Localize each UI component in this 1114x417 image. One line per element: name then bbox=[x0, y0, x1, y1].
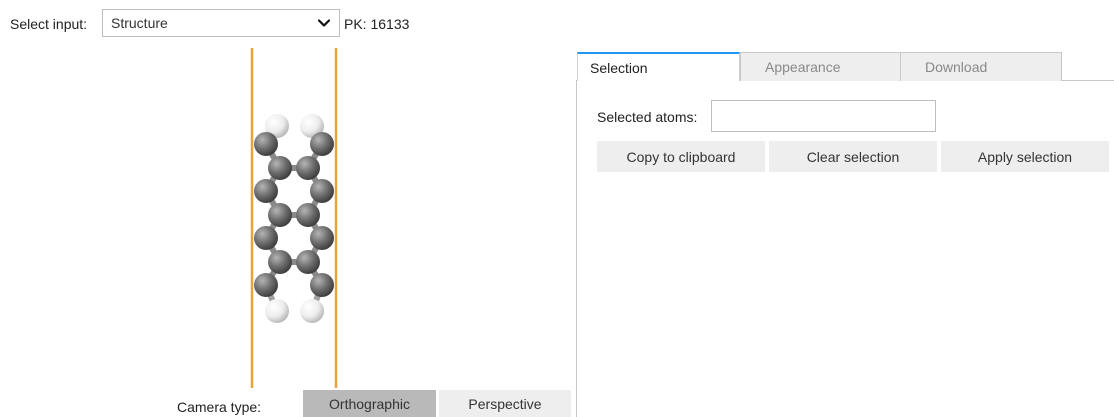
carbon-atom[interactable] bbox=[310, 273, 334, 297]
tab-appearance[interactable]: Appearance bbox=[740, 52, 901, 81]
tab-selection[interactable]: Selection bbox=[577, 52, 740, 81]
carbon-atom[interactable] bbox=[268, 156, 292, 180]
chevron-down-icon bbox=[317, 19, 331, 27]
selected-atoms-input[interactable] bbox=[711, 100, 936, 132]
camera-perspective-button[interactable]: Perspective bbox=[439, 390, 571, 417]
carbon-atom[interactable] bbox=[268, 203, 292, 227]
pk-label: PK: 16133 bbox=[344, 16, 410, 32]
camera-type-label: Camera type: bbox=[177, 399, 262, 415]
carbon-atom[interactable] bbox=[296, 203, 320, 227]
carbon-atom[interactable] bbox=[254, 132, 278, 156]
copy-to-clipboard-button[interactable]: Copy to clipboard bbox=[597, 141, 765, 172]
carbon-atom[interactable] bbox=[268, 250, 292, 274]
carbon-atom[interactable] bbox=[254, 179, 278, 203]
carbon-atom[interactable] bbox=[310, 226, 334, 250]
carbon-atom[interactable] bbox=[296, 156, 320, 180]
select-input-dropdown[interactable]: Structure bbox=[102, 9, 340, 37]
hydrogen-atom[interactable] bbox=[300, 299, 324, 323]
atoms-group bbox=[254, 114, 334, 323]
panel-divider bbox=[576, 80, 577, 417]
carbon-atom[interactable] bbox=[310, 132, 334, 156]
clear-selection-button[interactable]: Clear selection bbox=[769, 141, 937, 172]
select-input-value: Structure bbox=[111, 15, 168, 31]
carbon-atom[interactable] bbox=[310, 179, 334, 203]
carbon-atom[interactable] bbox=[254, 226, 278, 250]
structure-viewer[interactable] bbox=[100, 44, 570, 392]
tab-download[interactable]: Download bbox=[901, 52, 1062, 81]
apply-selection-button[interactable]: Apply selection bbox=[941, 141, 1109, 172]
molecule-canvas[interactable] bbox=[100, 44, 570, 392]
carbon-atom[interactable] bbox=[254, 273, 278, 297]
hydrogen-atom[interactable] bbox=[265, 299, 289, 323]
selected-atoms-label: Selected atoms: bbox=[597, 109, 698, 125]
select-input-label: Select input: bbox=[10, 16, 88, 32]
camera-orthographic-button[interactable]: Orthographic bbox=[303, 390, 436, 417]
carbon-atom[interactable] bbox=[296, 250, 320, 274]
